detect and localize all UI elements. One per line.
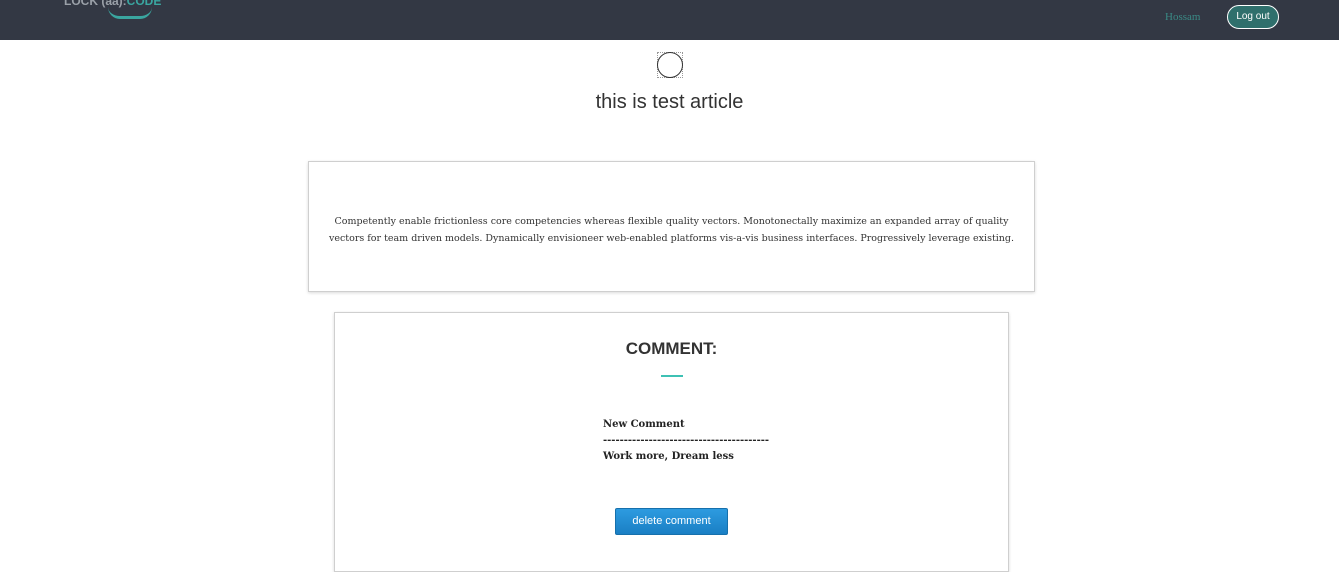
user-name-link[interactable]: Hossam — [1165, 11, 1200, 23]
article-card: Competently enable frictionless core com… — [308, 161, 1035, 292]
comment-separator: ---------------------------------------- — [603, 435, 770, 446]
comment-section: COMMENT: New Comment -------------------… — [334, 312, 1009, 572]
comment-heading: COMMENT: — [625, 339, 718, 358]
comment-title: New Comment — [603, 419, 685, 430]
article-body: Competently enable frictionless core com… — [328, 216, 1015, 244]
top-navbar: LOCK (aa):CODE Hossam Log out — [0, 0, 1339, 40]
article-title: this is test article — [595, 91, 744, 113]
site-logo[interactable]: LOCK (aa):CODE — [64, 0, 161, 20]
heading-underline — [661, 375, 683, 377]
article-avatar-icon — [657, 52, 683, 78]
comment-text: Work more, Dream less — [603, 451, 734, 462]
comment-item: New Comment ----------------------------… — [603, 417, 803, 465]
delete-comment-button[interactable]: delete comment — [615, 508, 728, 535]
logout-button[interactable]: Log out — [1227, 5, 1279, 29]
logo-swoosh-icon — [108, 6, 152, 19]
